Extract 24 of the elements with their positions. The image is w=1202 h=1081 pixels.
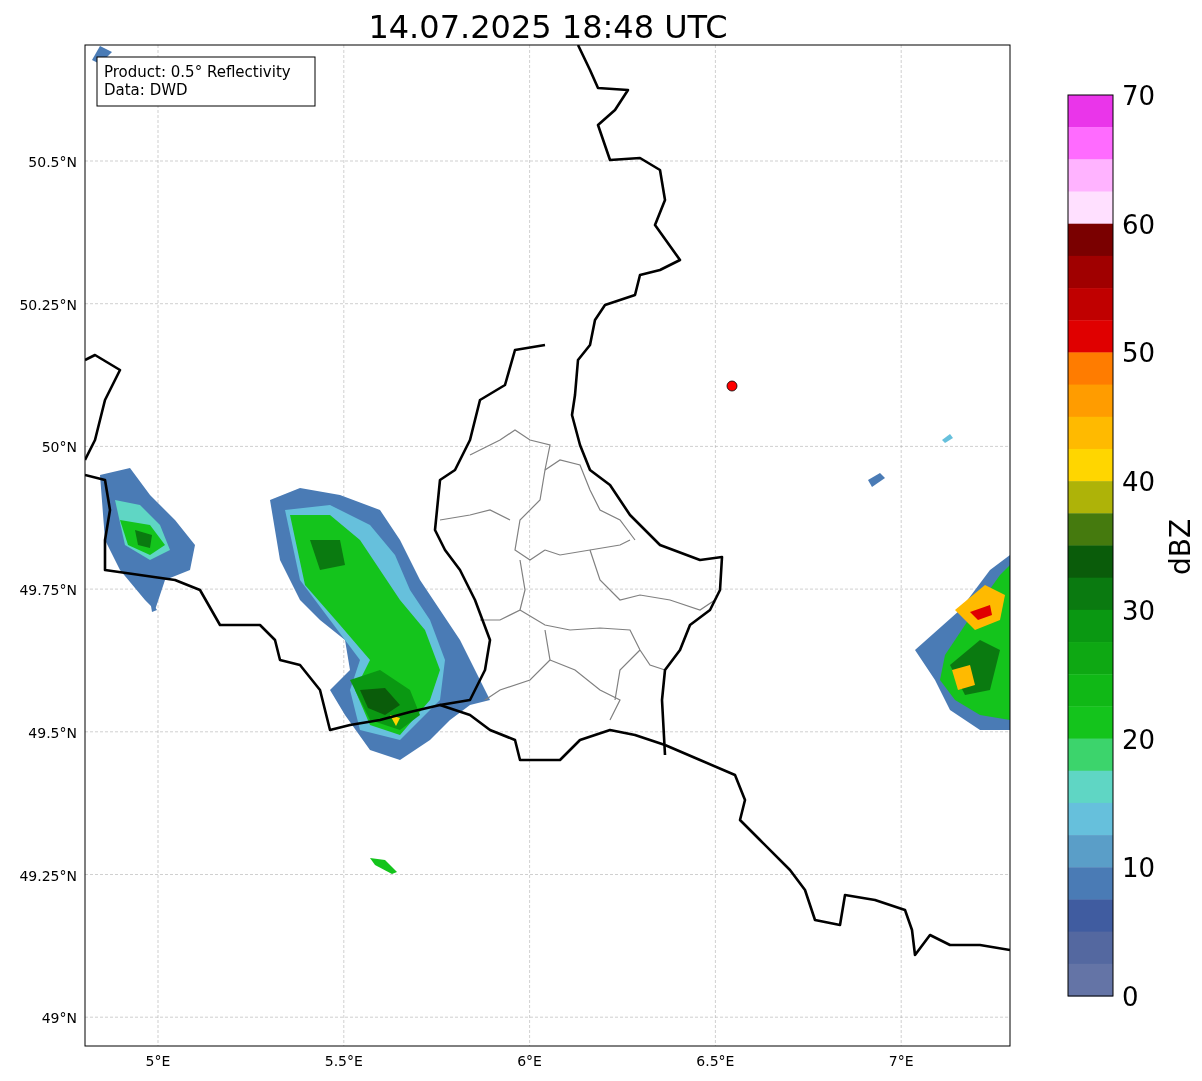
latitude-label: 50.25°N [19, 296, 77, 313]
latitude-label: 49.25°N [19, 867, 77, 884]
info-text: Product: 0.5° Reflectivity [104, 63, 291, 81]
colorbar-tick-label: 20 [1122, 724, 1156, 755]
colorbar-tick-label: 40 [1122, 467, 1156, 498]
latitude-label: 49°N [41, 1010, 77, 1027]
colorbar-tick-label: 30 [1122, 595, 1156, 626]
colorbar-label: dBZ [1164, 518, 1197, 576]
longitude-label: 5.5°E [324, 1053, 363, 1069]
latitude-label: 49.75°N [19, 582, 77, 599]
latitude-label: 50.5°N [28, 154, 77, 170]
latitude-label: 49.5°N [28, 724, 77, 741]
longitude-label: 6.5°E [696, 1053, 735, 1069]
chart-title: 14.07.2025 18:48 UTC [368, 8, 728, 46]
colorbar-tick-label: 70 [1122, 81, 1156, 111]
longitude-label: 5°E [145, 1053, 171, 1069]
colorbar-tick-label: 50 [1122, 338, 1156, 369]
longitude-label: 6°E [517, 1053, 542, 1069]
info-text: Data: DWD [104, 81, 188, 99]
colorbar-tick-label: 60 [1122, 209, 1156, 240]
latitude-label: 50°N [41, 439, 77, 456]
colorbar-tick-label: 10 [1122, 853, 1156, 884]
colorbar-tick-label: 0 [1122, 982, 1139, 1012]
longitude-label: 7°E [888, 1053, 914, 1069]
